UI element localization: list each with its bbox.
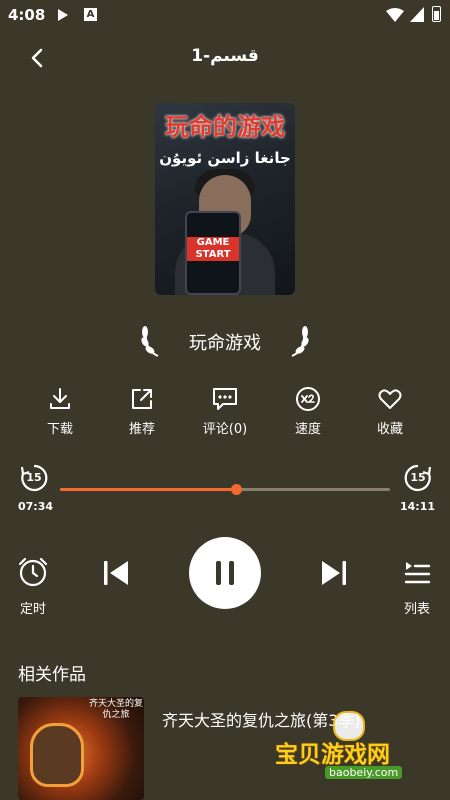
page-title: 1-قسىم — [191, 46, 259, 66]
related-heading: 相关作品 — [18, 665, 86, 685]
cover-title: 玩命的游戏 — [165, 113, 285, 141]
wifi-icon — [386, 8, 404, 22]
thumbnail-title: 齐天大圣的复仇之旅 — [88, 699, 143, 720]
playlist-button[interactable]: 列表 — [400, 556, 434, 617]
work-name: 玩命游戏 — [189, 333, 261, 354]
progress-handle[interactable] — [231, 484, 243, 495]
right-laurel-icon — [291, 326, 309, 357]
total-time: 14:11 — [400, 500, 436, 513]
thumbnail-figure — [30, 723, 84, 787]
related-item-thumbnail[interactable]: 齐天大圣的复仇之旅 — [18, 697, 144, 800]
progress-slider[interactable] — [60, 484, 390, 495]
skip-forward-value: 15 — [410, 471, 426, 484]
favorite-label: 收藏 — [376, 422, 403, 437]
play-notification-icon — [58, 9, 68, 21]
favorite-button[interactable]: 收藏 — [360, 386, 420, 437]
skip-back-button[interactable]: 15 — [18, 462, 50, 494]
progress-fill — [60, 488, 237, 491]
battery-icon — [432, 6, 441, 22]
comment-label: 评论(0) — [202, 422, 248, 437]
playlist-icon — [404, 562, 431, 584]
playlist-label: 列表 — [403, 602, 430, 617]
watermark-logo: 宝贝游戏网 baobeiy.com — [275, 705, 425, 785]
comment-icon — [213, 388, 237, 410]
share-icon — [132, 389, 152, 409]
skip-forward-button[interactable]: 15 — [402, 462, 434, 494]
status-time: 4:08 — [8, 6, 46, 24]
timer-label: 定时 — [19, 602, 46, 617]
recommend-button[interactable]: 推荐 — [112, 386, 172, 437]
previous-button[interactable] — [100, 557, 132, 589]
recommend-label: 推荐 — [128, 422, 155, 437]
download-label: 下载 — [46, 422, 73, 437]
watermark-text: 宝贝游戏网 — [275, 742, 390, 768]
watermark-url: baobeiy.com — [325, 766, 403, 779]
speed-label: 速度 — [294, 422, 321, 437]
heart-icon — [378, 389, 402, 409]
a-notification-icon: A — [84, 8, 97, 21]
timer-button[interactable]: 定时 — [16, 556, 50, 617]
download-button[interactable]: 下载 — [30, 386, 90, 437]
cover-phone-text: GAME START — [187, 237, 239, 261]
skip-back-value: 15 — [26, 471, 42, 484]
comment-button[interactable]: 评论(0) — [195, 386, 255, 437]
download-icon — [50, 388, 70, 409]
alarm-clock-icon — [18, 557, 48, 587]
pause-icon — [216, 561, 234, 585]
cover-phone: GAME START — [185, 211, 241, 295]
play-pause-button[interactable] — [189, 537, 261, 609]
cover-subtitle: جانغا زاسن ئويۇن — [159, 149, 291, 167]
next-button[interactable] — [318, 557, 350, 589]
speed-button[interactable]: 速度 — [278, 386, 338, 437]
signal-icon — [410, 7, 424, 22]
cover-image: GAME START 玩命的游戏 جانغا زاسن ئويۇن — [155, 103, 295, 295]
status-bar: 4:08 A — [0, 0, 450, 32]
current-time: 07:34 — [18, 500, 54, 513]
speed-icon — [296, 387, 320, 411]
